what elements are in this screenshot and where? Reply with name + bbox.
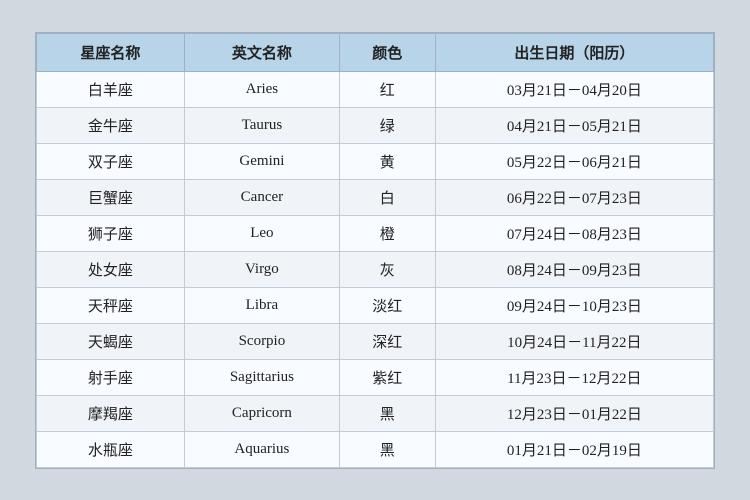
cell-zh: 水瓶座 — [37, 431, 185, 467]
col-header-en: 英文名称 — [184, 33, 339, 71]
table-body: 白羊座Aries红03月21日－04月20日金牛座Taurus绿04月21日－0… — [37, 71, 714, 467]
cell-en: Aries — [184, 71, 339, 107]
cell-zh: 白羊座 — [37, 71, 185, 107]
cell-color: 黑 — [339, 395, 435, 431]
cell-en: Libra — [184, 287, 339, 323]
table-row: 射手座Sagittarius紫红11月23日－12月22日 — [37, 359, 714, 395]
cell-color: 绿 — [339, 107, 435, 143]
cell-date: 06月22日－07月23日 — [435, 179, 713, 215]
table-header-row: 星座名称 英文名称 颜色 出生日期（阳历） — [37, 33, 714, 71]
table-row: 水瓶座Aquarius黑01月21日－02月19日 — [37, 431, 714, 467]
cell-date: 03月21日－04月20日 — [435, 71, 713, 107]
cell-color: 橙 — [339, 215, 435, 251]
col-header-date: 出生日期（阳历） — [435, 33, 713, 71]
cell-zh: 天秤座 — [37, 287, 185, 323]
table-row: 双子座Gemini黄05月22日－06月21日 — [37, 143, 714, 179]
cell-en: Cancer — [184, 179, 339, 215]
table-row: 处女座Virgo灰08月24日－09月23日 — [37, 251, 714, 287]
cell-zh: 摩羯座 — [37, 395, 185, 431]
cell-date: 07月24日－08月23日 — [435, 215, 713, 251]
table-row: 白羊座Aries红03月21日－04月20日 — [37, 71, 714, 107]
cell-color: 黑 — [339, 431, 435, 467]
table-row: 摩羯座Capricorn黑12月23日－01月22日 — [37, 395, 714, 431]
cell-color: 深红 — [339, 323, 435, 359]
col-header-color: 颜色 — [339, 33, 435, 71]
cell-date: 08月24日－09月23日 — [435, 251, 713, 287]
zodiac-table-container: 星座名称 英文名称 颜色 出生日期（阳历） 白羊座Aries红03月21日－04… — [35, 32, 715, 469]
cell-color: 紫红 — [339, 359, 435, 395]
table-row: 天秤座Libra淡红09月24日－10月23日 — [37, 287, 714, 323]
cell-en: Leo — [184, 215, 339, 251]
cell-en: Aquarius — [184, 431, 339, 467]
cell-zh: 狮子座 — [37, 215, 185, 251]
cell-zh: 射手座 — [37, 359, 185, 395]
cell-zh: 天蝎座 — [37, 323, 185, 359]
cell-date: 01月21日－02月19日 — [435, 431, 713, 467]
table-row: 巨蟹座Cancer白06月22日－07月23日 — [37, 179, 714, 215]
cell-en: Gemini — [184, 143, 339, 179]
cell-color: 黄 — [339, 143, 435, 179]
table-row: 天蝎座Scorpio深红10月24日－11月22日 — [37, 323, 714, 359]
cell-date: 05月22日－06月21日 — [435, 143, 713, 179]
col-header-zh: 星座名称 — [37, 33, 185, 71]
cell-zh: 金牛座 — [37, 107, 185, 143]
cell-color: 白 — [339, 179, 435, 215]
cell-en: Capricorn — [184, 395, 339, 431]
cell-color: 灰 — [339, 251, 435, 287]
zodiac-table: 星座名称 英文名称 颜色 出生日期（阳历） 白羊座Aries红03月21日－04… — [36, 33, 714, 468]
table-row: 金牛座Taurus绿04月21日－05月21日 — [37, 107, 714, 143]
cell-date: 04月21日－05月21日 — [435, 107, 713, 143]
table-row: 狮子座Leo橙07月24日－08月23日 — [37, 215, 714, 251]
cell-zh: 处女座 — [37, 251, 185, 287]
cell-zh: 巨蟹座 — [37, 179, 185, 215]
cell-date: 09月24日－10月23日 — [435, 287, 713, 323]
cell-en: Scorpio — [184, 323, 339, 359]
cell-zh: 双子座 — [37, 143, 185, 179]
cell-color: 淡红 — [339, 287, 435, 323]
cell-date: 10月24日－11月22日 — [435, 323, 713, 359]
cell-en: Sagittarius — [184, 359, 339, 395]
cell-date: 12月23日－01月22日 — [435, 395, 713, 431]
cell-en: Virgo — [184, 251, 339, 287]
cell-date: 11月23日－12月22日 — [435, 359, 713, 395]
cell-en: Taurus — [184, 107, 339, 143]
cell-color: 红 — [339, 71, 435, 107]
